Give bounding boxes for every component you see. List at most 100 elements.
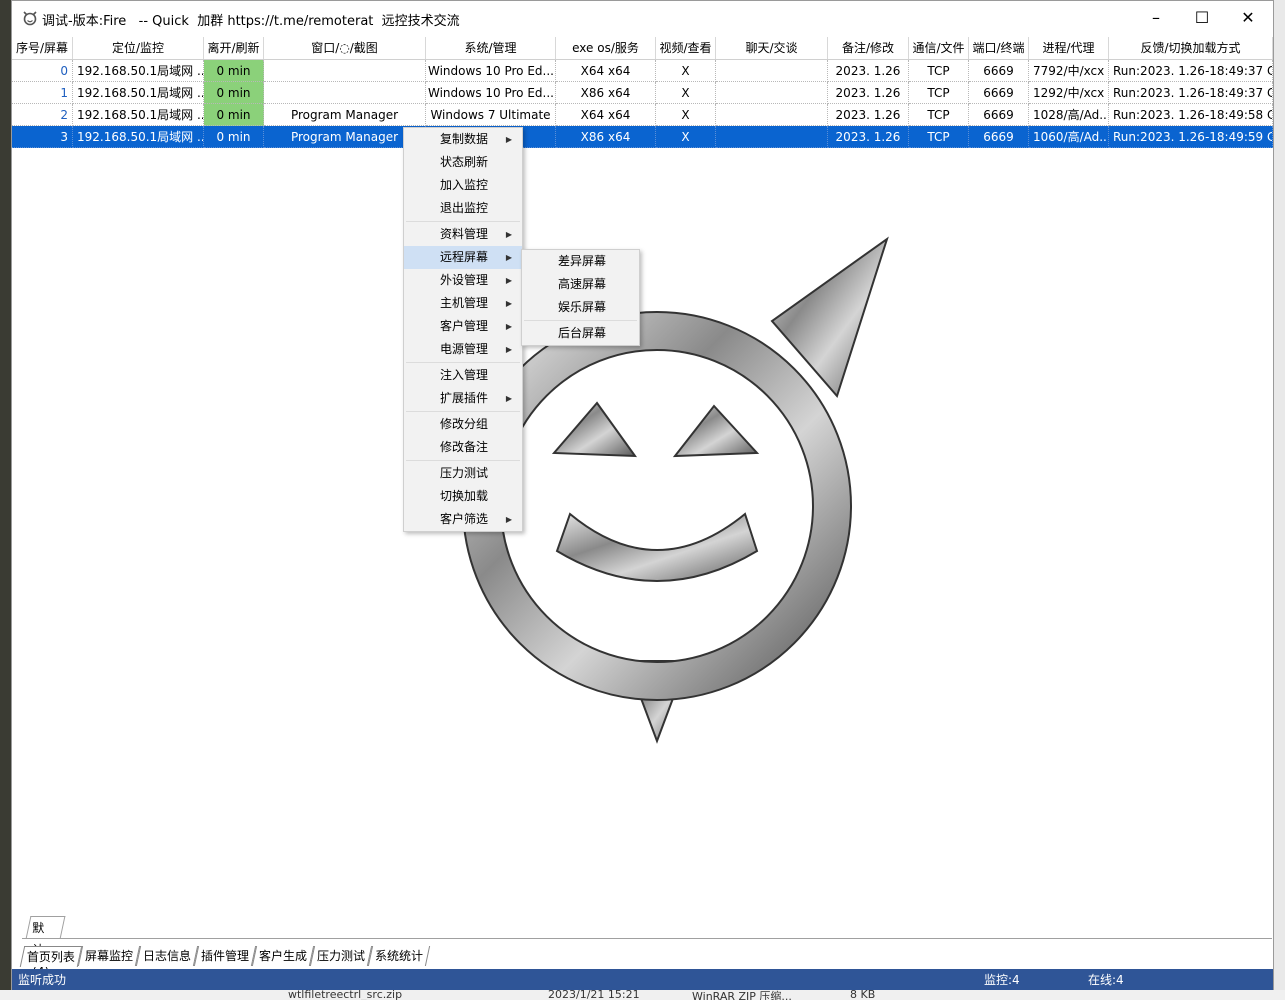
- column-header[interactable]: 序号/屏幕: [12, 37, 73, 59]
- menu-item[interactable]: 复制数据 ▶: [404, 128, 522, 151]
- submenu-arrow-icon: ▶: [505, 394, 512, 403]
- submenu-arrow-icon: ▶: [505, 253, 512, 262]
- submenu-item-label: 高速屏幕: [558, 277, 607, 291]
- table-row[interactable]: 3 192.168.50.1局域网 ... 0 min Program Manager…: [12, 126, 1273, 148]
- bottom-tab[interactable]: 压力测试: [309, 946, 373, 966]
- devil-app-icon: [23, 11, 37, 26]
- menu-item[interactable]: 修改备注: [404, 436, 522, 459]
- table-row[interactable]: 0 192.168.50.1局域网 ... 0 min Windows 10 Pro …: [12, 60, 1273, 82]
- menu-separator: [406, 460, 520, 461]
- table-header: 序号/屏幕 定位/监控 离开/刷新 窗口/◌/截图 系统/管理 exe os/服…: [12, 37, 1273, 60]
- cell-window: Program Manager: [264, 104, 426, 126]
- cell-port: 6669: [969, 104, 1029, 126]
- bottom-tab-label: 首页列表: [26, 950, 75, 964]
- cell-idx: 1: [12, 82, 73, 104]
- bottom-tab[interactable]: 系统统计: [367, 946, 431, 966]
- menu-item-label: 切换加载: [440, 489, 489, 503]
- menu-item[interactable]: 修改分组: [404, 413, 522, 436]
- peek-file-type: WinRAR ZIP 压缩...: [692, 990, 792, 1000]
- menu-separator: [524, 320, 637, 321]
- cell-idx: 0: [12, 60, 73, 82]
- bottom-tab[interactable]: 日志信息: [135, 946, 199, 966]
- cell-chat: [716, 60, 828, 82]
- bottom-tabs: 首页列表 屏幕监控 日志信息 插件管理 客户生成 压力测试 系统统计: [19, 946, 431, 968]
- table-row[interactable]: 1 192.168.50.1局域网 ... 0 min Windows 10 Pro …: [12, 82, 1273, 104]
- column-header[interactable]: 窗口/◌/截图: [264, 37, 426, 59]
- menu-item[interactable]: 注入管理: [404, 364, 522, 387]
- column-header[interactable]: 备注/修改: [828, 37, 909, 59]
- menu-item[interactable]: 加入监控: [404, 174, 522, 197]
- column-header[interactable]: 端口/终端: [969, 37, 1029, 59]
- menu-item-label: 外设管理: [440, 273, 489, 287]
- cell-away: 0 min: [204, 126, 264, 148]
- cell-proc: 1292/中/xcx: [1029, 82, 1109, 104]
- cell-chat: [716, 82, 828, 104]
- cell-idx: 3: [12, 126, 73, 148]
- submenu-item[interactable]: 差异屏幕: [522, 250, 639, 273]
- cell-feedback: Run:2023. 1.26-18:49:59 C...: [1109, 126, 1273, 148]
- close-icon: ✕: [1241, 7, 1255, 27]
- cell-comm: TCP: [909, 104, 969, 126]
- status-bar: 监听成功 监控:4 在线:4: [12, 969, 1273, 991]
- cell-video: X: [656, 60, 716, 82]
- cell-note: 2023. 1.26: [828, 60, 909, 82]
- title-bar: 调试-版本:Fire -- Quick 加群 https://t.me/remo…: [12, 1, 1273, 35]
- cell-chat: [716, 104, 828, 126]
- menu-item-label: 压力测试: [440, 466, 489, 480]
- maximize-icon: ☐: [1194, 7, 1210, 27]
- cell-location: 192.168.50.1局域网 ...: [73, 104, 204, 126]
- submenu-item-label: 娱乐屏幕: [558, 300, 607, 314]
- bottom-tab[interactable]: 插件管理: [193, 946, 257, 966]
- bottom-tab[interactable]: 屏幕监控: [77, 946, 141, 966]
- column-header[interactable]: exe os/服务: [556, 37, 656, 59]
- submenu-item[interactable]: 高速屏幕: [522, 273, 639, 296]
- menu-item[interactable]: 切换加载: [404, 485, 522, 508]
- submenu-item[interactable]: 娱乐屏幕: [522, 296, 639, 319]
- menu-item[interactable]: 资料管理 ▶: [404, 223, 522, 246]
- menu-item[interactable]: 客户管理 ▶: [404, 315, 522, 338]
- cell-video: X: [656, 104, 716, 126]
- column-header[interactable]: 离开/刷新: [204, 37, 264, 59]
- menu-item[interactable]: 远程屏幕 ▶: [404, 246, 522, 269]
- menu-item[interactable]: 客户筛选 ▶: [404, 508, 522, 531]
- cell-port: 6669: [969, 82, 1029, 104]
- menu-item[interactable]: 扩展插件 ▶: [404, 387, 522, 410]
- minimize-button[interactable]: –: [1133, 1, 1179, 33]
- menu-item[interactable]: 压力测试: [404, 462, 522, 485]
- bottom-tab[interactable]: 首页列表: [19, 946, 83, 967]
- cell-away: 0 min: [204, 60, 264, 82]
- menu-item[interactable]: 主机管理 ▶: [404, 292, 522, 315]
- table-row[interactable]: 2 192.168.50.1局域网 ... 0 min Program Manager…: [12, 104, 1273, 126]
- menu-separator: [406, 411, 520, 412]
- cell-video: X: [656, 126, 716, 148]
- submenu-item[interactable]: 后台屏幕: [522, 322, 639, 345]
- menu-item-label: 资料管理: [440, 227, 489, 241]
- column-header[interactable]: 系统/管理: [426, 37, 556, 59]
- tab-default-group[interactable]: 默认(4): [25, 916, 66, 979]
- submenu-item-label: 后台屏幕: [558, 326, 607, 340]
- menu-item-label: 扩展插件: [440, 391, 489, 405]
- menu-item[interactable]: 外设管理 ▶: [404, 269, 522, 292]
- peek-file-name: wtlfiletreectrl_src.zip: [288, 990, 403, 1000]
- column-header[interactable]: 聊天/交谈: [716, 37, 828, 59]
- cell-comm: TCP: [909, 60, 969, 82]
- menu-separator: [406, 362, 520, 363]
- bottom-tab[interactable]: 客户生成: [251, 946, 315, 966]
- divider: [22, 938, 1272, 939]
- online-count: 在线:4: [1088, 973, 1124, 987]
- cell-chat: [716, 126, 828, 148]
- menu-item[interactable]: 电源管理 ▶: [404, 338, 522, 361]
- cell-system: Windows 7 Ultimate: [426, 104, 556, 126]
- column-header[interactable]: 通信/文件: [909, 37, 969, 59]
- menu-item[interactable]: 退出监控: [404, 197, 522, 220]
- menu-item[interactable]: 状态刷新: [404, 151, 522, 174]
- menu-item-label: 状态刷新: [440, 155, 489, 169]
- cell-note: 2023. 1.26: [828, 104, 909, 126]
- column-header[interactable]: 反馈/切换加载方式: [1109, 37, 1273, 59]
- submenu-arrow-icon: ▶: [505, 276, 512, 285]
- close-button[interactable]: ✕: [1225, 1, 1271, 33]
- maximize-button[interactable]: ☐: [1179, 1, 1225, 33]
- column-header[interactable]: 视频/查看: [656, 37, 716, 59]
- column-header[interactable]: 进程/代理: [1029, 37, 1109, 59]
- column-header[interactable]: 定位/监控: [73, 37, 204, 59]
